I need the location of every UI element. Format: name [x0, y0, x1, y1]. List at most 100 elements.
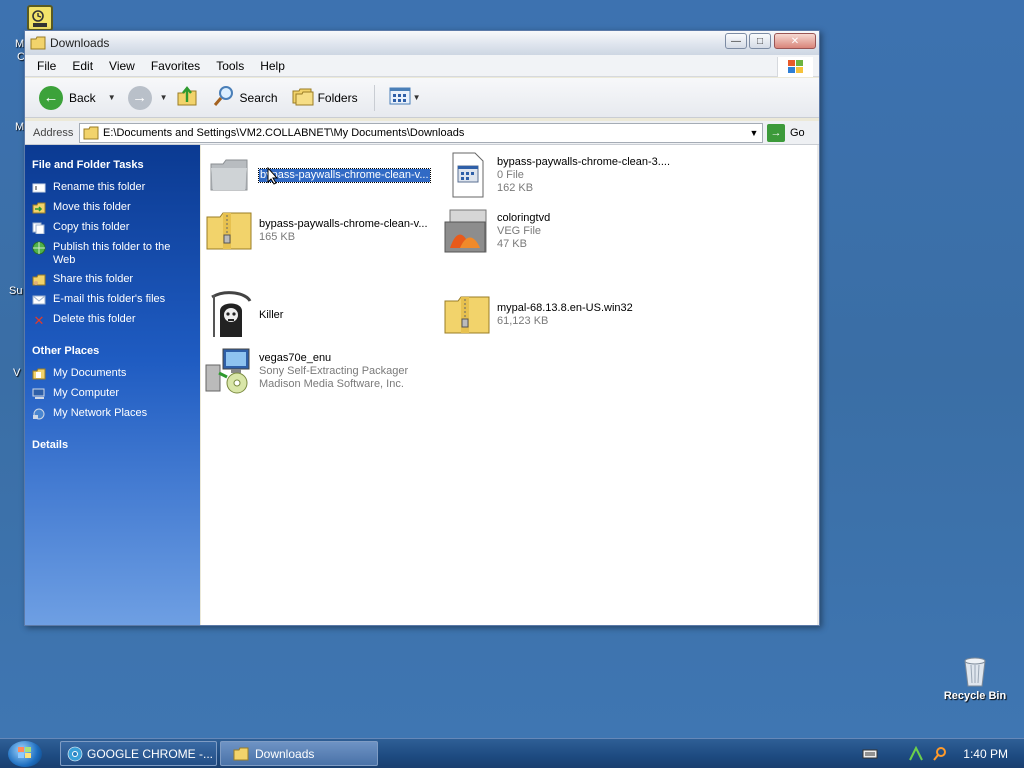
file-name[interactable]: bypass-paywalls-chrome-clean-v... [258, 167, 431, 183]
search-tray-icon[interactable] [931, 746, 949, 762]
skull-reaper-icon [205, 291, 253, 339]
file-type: 0 File [497, 168, 524, 181]
window-title: Downloads [50, 36, 110, 50]
task-publish-folder[interactable]: Publish this folder to the Web [31, 241, 194, 267]
task-pane: File and Folder Tasks Rename this folder… [25, 145, 200, 625]
folders-icon [292, 86, 314, 109]
file-item[interactable]: bypass-paywalls-chrome-clean-3.... 0 Fil… [443, 151, 670, 199]
forward-button[interactable]: → [124, 83, 156, 113]
search-button[interactable]: Search [208, 83, 282, 113]
rename-icon [31, 181, 47, 195]
go-arrow-icon: → [767, 123, 785, 142]
installer-icon [205, 347, 253, 395]
search-icon [212, 85, 236, 110]
move-folder-icon [31, 201, 47, 215]
task-label: Share this folder [53, 273, 134, 285]
taskbar-item-chrome[interactable]: GOOGLE CHROME -... [60, 741, 217, 766]
views-dropdown-icon: ▼ [412, 93, 421, 102]
keyboard-icon[interactable] [861, 746, 879, 762]
start-button[interactable] [8, 741, 42, 767]
recycle-bin-label: Recycle Bin [943, 690, 1007, 702]
file-item[interactable]: Killer [205, 291, 283, 339]
place-my-computer[interactable]: My Computer [31, 387, 194, 401]
delete-icon: ✕ [33, 312, 45, 328]
file-item[interactable]: mypal-68.13.8.en-US.win32 61,123 KB [443, 291, 633, 339]
place-label: My Computer [53, 387, 120, 399]
task-move-folder[interactable]: Move this folder [31, 201, 194, 215]
menu-help[interactable]: Help [252, 55, 293, 77]
maximize-button[interactable]: □ [749, 33, 771, 49]
file-folder-tasks: File and Folder Tasks Rename this folder… [31, 159, 194, 327]
menu-file[interactable]: File [25, 55, 64, 77]
zip-folder-icon [205, 207, 253, 255]
mouse-cursor-icon [267, 166, 279, 188]
task-label: Publish this folder to the Web [53, 241, 171, 266]
clock[interactable]: 1:40 PM [963, 747, 1008, 761]
address-field[interactable]: E:\Documents and Settings\VM2.COLLABNET\… [79, 122, 763, 143]
file-item[interactable]: vegas70e_enu Sony Self-Extracting Packag… [205, 347, 408, 395]
minimize-button[interactable]: — [725, 33, 747, 49]
address-value: E:\Documents and Settings\VM2.COLLABNET\… [103, 126, 465, 139]
task-email-files[interactable]: E-mail this folder's files [31, 293, 194, 307]
recycle-bin[interactable]: Recycle Bin [940, 655, 1010, 702]
task-share-folder[interactable]: Share this folder [31, 273, 194, 287]
back-button[interactable]: ← Back [35, 83, 100, 113]
views-button[interactable]: ▼ [385, 83, 425, 113]
menu-edit[interactable]: Edit [64, 55, 101, 77]
forward-arrow-icon: → [127, 85, 152, 110]
up-folder-button[interactable] [172, 83, 202, 113]
place-label: My Documents [53, 367, 127, 379]
task-delete-folder[interactable]: ✕ Delete this folder [31, 313, 194, 327]
title-bar[interactable]: Downloads — □ ✕ [25, 31, 819, 55]
menu-tools[interactable]: Tools [208, 55, 252, 77]
details-heading[interactable]: Details [32, 439, 194, 451]
file-list: bypass-paywalls-chrome-clean-v... bypass… [201, 145, 819, 625]
file-item[interactable]: bypass-paywalls-chrome-clean-v... [205, 151, 431, 199]
place-my-network-places[interactable]: My Network Places [31, 407, 194, 421]
folders-button[interactable]: Folders [288, 83, 362, 113]
up-folder-icon [176, 85, 198, 110]
file-name: bypass-paywalls-chrome-clean-3.... [497, 155, 671, 168]
task-copy-folder[interactable]: Copy this folder [31, 221, 194, 235]
toolbar-separator [373, 84, 375, 111]
go-label: Go [790, 126, 805, 139]
desktop-edge-label: M [15, 38, 25, 50]
file-name: coloringtvd [497, 211, 551, 224]
scrollbar[interactable] [817, 145, 819, 625]
place-my-documents[interactable]: My Documents [31, 367, 194, 381]
folder-icon [83, 126, 99, 140]
close-button[interactable]: ✕ [774, 33, 816, 49]
other-places-heading[interactable]: Other Places [32, 345, 194, 357]
tasks-heading[interactable]: File and Folder Tasks [32, 159, 194, 171]
desktop-edge-label: Su [9, 285, 23, 297]
details-section: Details [31, 439, 194, 451]
task-rename-folder[interactable]: Rename this folder [31, 181, 194, 195]
search-label: Search [239, 90, 278, 105]
system-tray: 1:40 PM [855, 739, 1024, 768]
computer-icon [31, 387, 47, 401]
task-label: Copy this folder [53, 221, 130, 233]
desktop-edge-label: M [15, 121, 25, 133]
address-bar: Address E:\Documents and Settings\VM2.CO… [25, 121, 819, 145]
my-documents-icon [31, 367, 47, 381]
menu-favorites[interactable]: Favorites [143, 55, 208, 77]
file-item[interactable]: bypass-paywalls-chrome-clean-v... 165 KB [205, 207, 428, 255]
windows-flag-icon [777, 57, 813, 77]
forward-dropdown-icon[interactable]: ▼ [160, 93, 168, 102]
desktop-shortcut-icon[interactable] [27, 5, 53, 31]
back-dropdown-icon[interactable]: ▼ [108, 93, 116, 102]
address-dropdown-icon[interactable]: ▼ [746, 124, 762, 142]
toolbar: ← Back ▼ → ▼ Search Folders ▼ [25, 78, 819, 118]
task-label: Move this folder [53, 201, 131, 213]
email-icon [31, 293, 47, 307]
network-tray-icon[interactable] [907, 745, 925, 762]
menu-view[interactable]: View [101, 55, 143, 77]
taskbar: GOOGLE CHROME -... Downloads 1:40 PM [0, 738, 1024, 768]
go-button[interactable]: → Go [767, 123, 805, 142]
file-type: VEG File [497, 224, 542, 237]
file-type: Sony Self-Extracting Packager [259, 364, 409, 377]
taskbar-item-label: Downloads [255, 746, 315, 761]
taskbar-item-downloads[interactable]: Downloads [220, 741, 378, 766]
zip-folder-icon [443, 291, 491, 339]
file-item[interactable]: coloringtvd VEG File 47 KB [443, 207, 550, 255]
